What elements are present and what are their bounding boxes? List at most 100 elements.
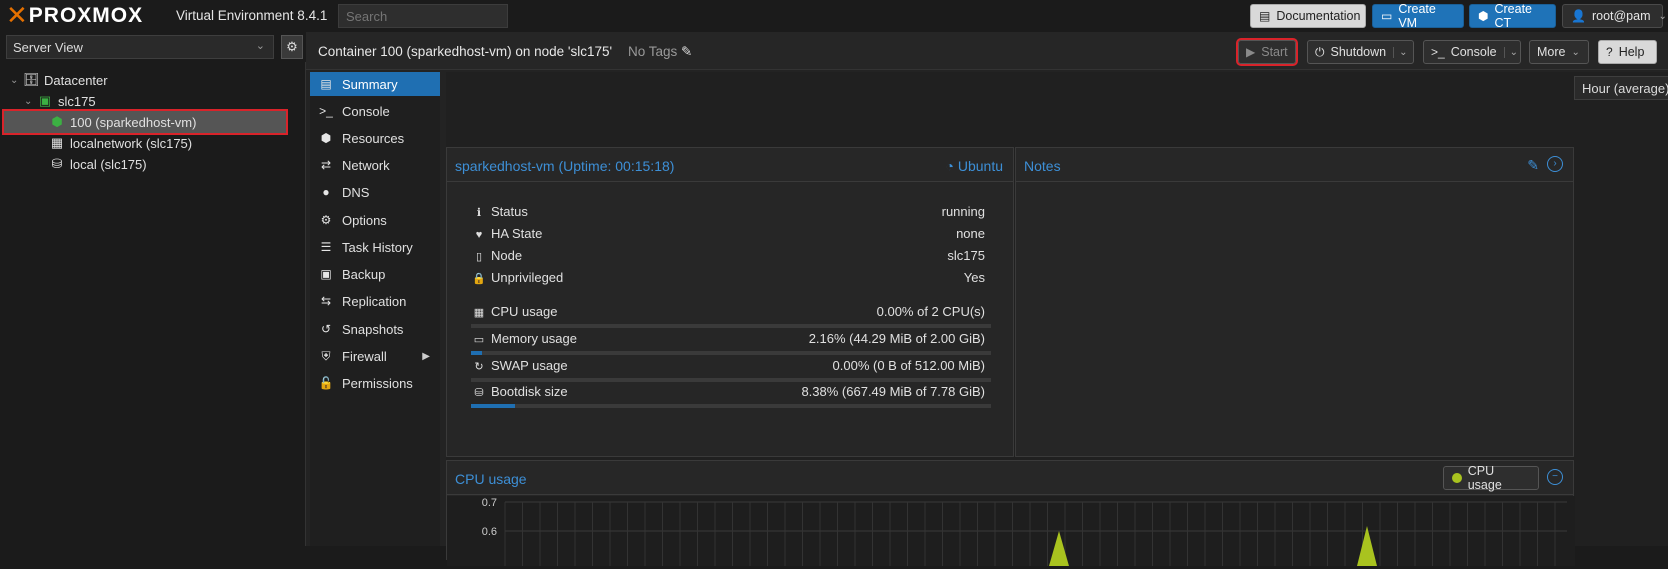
power-icon: ⏻ (1315, 44, 1325, 59)
node-row: ▯ Node slc175 (471, 248, 991, 268)
chevron-down-icon[interactable]: ⌄ (1393, 46, 1408, 58)
resource-tree: ⌄ 🗄 Datacenter ⌄ ▣ slc175 ⬢ 100 (sparked… (0, 62, 306, 546)
question-icon: ? (1606, 45, 1613, 59)
page-title: Container 100 (sparkedhost-vm) on node '… (318, 44, 613, 59)
cpu-usage-bar (471, 324, 991, 328)
refresh-icon: ↻ (474, 361, 484, 373)
help-button[interactable]: ? Help (1598, 40, 1657, 64)
globe-icon: ● (322, 185, 330, 199)
os-type-label: ◔ Ubuntu (945, 158, 1003, 174)
cpu-icon: ▦ (473, 307, 485, 319)
tree-settings-button[interactable]: ⚙ (281, 35, 303, 59)
memory-usage-row: ▭ Memory usage 2.16% (44.29 MiB of 2.00 Gi… (471, 331, 991, 351)
start-button[interactable]: ▶ Start (1236, 38, 1298, 66)
exchange-icon: ⇄ (320, 158, 332, 172)
pencil-icon[interactable]: ✎ (681, 44, 692, 59)
play-icon: ▶ (1246, 45, 1256, 59)
cpu-chart-header: CPU usage CPU usage − (447, 461, 1573, 495)
container-toolbar: Container 100 (sparkedhost-vm) on node '… (306, 32, 1668, 70)
cpu-spike (1049, 531, 1069, 566)
console-button[interactable]: >_ Console ⌄ (1423, 40, 1521, 64)
memory-icon: ▭ (473, 334, 485, 346)
chevron-down-icon[interactable]: ⌄ (1503, 46, 1518, 58)
tree-node-datacenter[interactable]: ⌄ 🗄 Datacenter (10, 69, 300, 91)
cube-icon: ⬢ (1478, 9, 1489, 23)
chevron-right-icon: ▶ (422, 350, 430, 362)
nav-options[interactable]: ⚙ Options (310, 208, 440, 232)
create-vm-button[interactable]: ▭ Create VM (1372, 2, 1464, 30)
cpu-chart-title: CPU usage (455, 471, 527, 487)
node-online-icon: ▣ (38, 93, 52, 108)
notes-panel: Notes ✎ › (1015, 147, 1574, 457)
nav-replication[interactable]: ⇆ Replication (310, 289, 440, 313)
info-icon: ℹ (476, 207, 482, 219)
timeframe-select[interactable]: Hour (average) ⌄ (1574, 76, 1668, 100)
terminal-icon: >_ (1431, 45, 1445, 59)
memory-usage-fill (471, 351, 483, 355)
nav-dns[interactable]: ● DNS (310, 180, 440, 204)
ubuntu-icon: ◔ (945, 158, 954, 174)
y-tick-label: 0.6 (482, 526, 497, 538)
create-ct-button[interactable]: ⬢ Create CT (1469, 2, 1556, 30)
documentation-button[interactable]: ▤ Documentation (1250, 4, 1366, 28)
proxmox-x-icon: ✕ (6, 1, 28, 31)
floppy-icon: ▣ (320, 267, 332, 281)
user-menu-button[interactable]: 👤 root@pam ⌄ (1562, 4, 1667, 28)
tree-node-node[interactable]: ⌄ ▣ slc175 (24, 90, 300, 112)
summary-content: Hour (average) ⌄ sparkedhost-vm (Uptime:… (446, 72, 1668, 566)
nav-task-history[interactable]: ☰ Task History (310, 235, 440, 259)
summary-icon: ▤ (320, 77, 332, 91)
edit-icon[interactable]: ✎ (1527, 157, 1539, 174)
top-bar: ✕ PROXMOX Virtual Environment 8.4.1 ▤ Do… (0, 0, 1668, 32)
cube-icon: ⬢ (320, 131, 332, 145)
nav-console[interactable]: >_ Console (310, 99, 440, 123)
collapse-icon[interactable]: › (1547, 156, 1563, 172)
shield-icon: ⛨ (321, 348, 331, 363)
building-icon: ▯ (475, 251, 483, 263)
swap-usage-bar (471, 378, 991, 382)
version-label: Virtual Environment 8.4.1 (176, 8, 328, 23)
cpu-usage-row: ▦ CPU usage 0.00% of 2 CPU(s) (471, 304, 991, 324)
bootdisk-size-row: ⛁ Bootdisk size 8.38% (667.49 MiB of 7.78 … (471, 384, 991, 404)
vertical-grid (504, 502, 1556, 566)
tree-node-storage[interactable]: ⛁ local (slc175) (48, 153, 300, 175)
tags-editor[interactable]: No Tags ✎ (628, 44, 692, 60)
terminal-icon: >_ (319, 104, 333, 118)
search-input[interactable] (338, 4, 508, 28)
nav-summary[interactable]: ▤ Summary (310, 72, 440, 96)
nav-snapshots[interactable]: ↺ Snapshots (310, 317, 440, 341)
notes-panel-title: Notes (1024, 158, 1061, 174)
status-panel-title: sparkedhost-vm (Uptime: 00:15:18) (455, 158, 675, 174)
cpu-chart-panel: CPU usage CPU usage − 0.7 0.6 (446, 460, 1575, 566)
retweet-icon: ⇆ (320, 294, 332, 308)
nav-network[interactable]: ⇄ Network (310, 153, 440, 177)
datacenter-icon: 🗄 (22, 72, 40, 87)
user-icon: 👤 (1571, 9, 1586, 23)
nav-permissions[interactable]: 🔓 Permissions (310, 371, 440, 395)
cpu-chart-svg: 0.7 0.6 (482, 497, 1567, 566)
network-grid-icon: ▦ (50, 135, 64, 150)
cpu-legend-toggle[interactable]: CPU usage (1443, 464, 1539, 492)
proxmox-logo[interactable]: ✕ PROXMOX (6, 3, 143, 29)
gear-icon: ⚙ (320, 213, 332, 227)
chevron-down-icon: ⌄ (1658, 10, 1667, 22)
nav-resources[interactable]: ⬢ Resources (310, 126, 440, 150)
view-selector[interactable]: Server View ⌄ (6, 35, 274, 59)
expand-toggle-icon[interactable]: ⌄ (10, 75, 22, 86)
y-tick-label: 0.7 (482, 497, 497, 509)
nav-backup[interactable]: ▣ Backup (310, 262, 440, 286)
expand-toggle-icon[interactable]: ⌄ (24, 96, 36, 107)
swap-usage-row: ↻ SWAP usage 0.00% (0 B of 512.00 MiB) (471, 358, 991, 378)
storage-icon: ⛁ (51, 156, 63, 171)
heartbeat-icon: ♥ (475, 229, 483, 241)
collapse-icon[interactable]: − (1547, 469, 1563, 485)
unlock-icon: 🔓 (318, 376, 334, 390)
history-icon: ↺ (320, 322, 332, 336)
nav-firewall[interactable]: ⛨ Firewall ▶ (310, 344, 440, 368)
shutdown-button[interactable]: ⏻ Shutdown ⌄ (1307, 40, 1414, 64)
tree-node-container[interactable]: ⬢ 100 (sparkedhost-vm) (2, 109, 288, 135)
brand-name: PROXMOX (28, 4, 144, 27)
more-button[interactable]: More ⌄ (1529, 40, 1589, 64)
chevron-down-icon: ⌄ (255, 40, 265, 52)
tree-node-network[interactable]: ▦ localnetwork (slc175) (48, 132, 300, 154)
